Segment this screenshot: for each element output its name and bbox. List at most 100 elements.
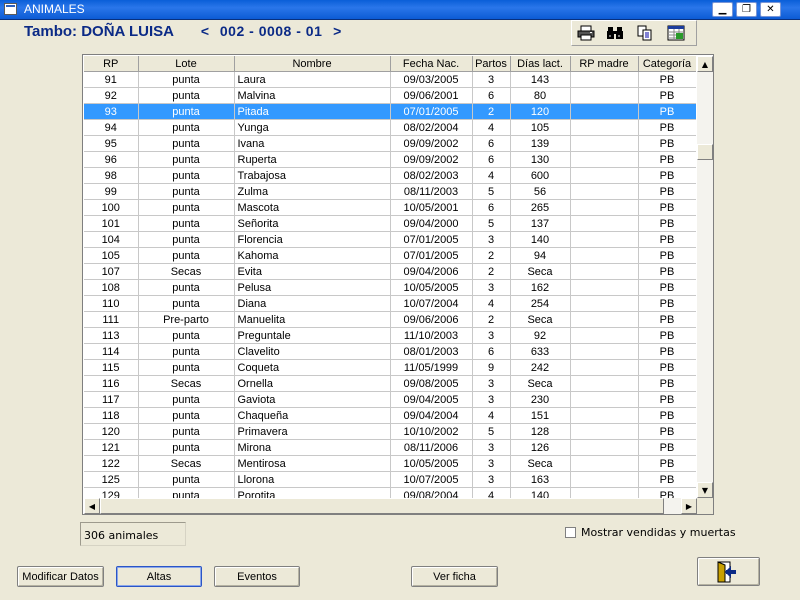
scroll-up-button[interactable]: ▲	[697, 56, 713, 72]
table-row[interactable]: 117 punta Gaviota 09/04/2005 3 230 PB	[84, 391, 696, 408]
table-cell: 10/10/2002	[390, 423, 473, 440]
table-row[interactable]: 91 punta Laura 09/03/2005 3 143 PB	[84, 71, 696, 88]
checkbox-label: Mostrar vendidas y muertas	[581, 526, 736, 539]
vertical-scroll-thumb[interactable]	[697, 144, 713, 160]
table-cell: Señorita	[234, 215, 391, 232]
table-row[interactable]: 92 punta Malvina 09/06/2001 6 80 PB	[84, 87, 696, 104]
table-row[interactable]: 108 punta Pelusa 10/05/2005 3 162 PB	[84, 279, 696, 296]
table-cell: 95	[84, 135, 139, 152]
column-header[interactable]: RP	[84, 56, 139, 72]
scroll-down-button[interactable]: ▼	[697, 482, 713, 498]
table-cell: punta	[138, 391, 235, 408]
table-row[interactable]: 118 punta Chaqueña 09/04/2004 4 151 PB	[84, 407, 696, 424]
table-cell: punta	[138, 151, 235, 168]
table-row[interactable]: 95 punta Ivana 09/09/2002 6 139 PB	[84, 135, 696, 152]
table-row[interactable]: 93 punta Pitada 07/01/2005 2 120 PB	[84, 103, 696, 120]
table-row[interactable]: 116 Secas Ornella 09/08/2005 3 Seca PB	[84, 375, 696, 392]
table-cell	[570, 487, 639, 498]
next-arrow-button[interactable]: >	[330, 23, 344, 39]
minimize-button[interactable]: ▁	[712, 2, 733, 17]
table-row[interactable]: 122 Secas Mentirosa 10/05/2005 3 Seca PB	[84, 455, 696, 472]
horizontal-scroll-thumb[interactable]	[100, 498, 664, 514]
table-cell: 11/10/2003	[390, 327, 473, 344]
printer-icon	[577, 25, 595, 41]
checkbox-box[interactable]	[565, 527, 576, 538]
table-row[interactable]: 120 punta Primavera 10/10/2002 5 128 PB	[84, 423, 696, 440]
table-row[interactable]: 129 punta Porotita 09/08/2004 4 140 PB	[84, 487, 696, 498]
table-cell: 4	[472, 295, 511, 312]
exit-button[interactable]	[697, 557, 760, 586]
table-row[interactable]: 125 punta Llorona 10/07/2005 3 163 PB	[84, 471, 696, 488]
table-row[interactable]: 101 punta Señorita 09/04/2000 5 137 PB	[84, 215, 696, 232]
restore-button[interactable]: ❐	[736, 2, 757, 17]
table-cell	[570, 295, 639, 312]
table-cell	[570, 263, 639, 280]
scroll-right-button[interactable]: ▶	[681, 498, 697, 514]
table-cell: PB	[638, 167, 696, 184]
table-row[interactable]: 105 punta Kahoma 07/01/2005 2 94 PB	[84, 247, 696, 264]
table-row[interactable]: 111 Pre-parto Manuelita 09/06/2006 2 Seca PB	[84, 311, 696, 328]
table-cell: 3	[472, 439, 511, 456]
table-cell: PB	[638, 183, 696, 200]
table-cell	[570, 183, 639, 200]
table-row[interactable]: 104 punta Florencia 07/01/2005 3 140 PB	[84, 231, 696, 248]
table-cell: 3	[472, 231, 511, 248]
table-cell	[570, 215, 639, 232]
close-button[interactable]: ✕	[760, 2, 781, 17]
table-cell	[570, 167, 639, 184]
table-cell: Trabajosa	[234, 167, 391, 184]
table-row[interactable]: 100 punta Mascota 10/05/2001 6 265 PB	[84, 199, 696, 216]
table-row[interactable]: 107 Secas Evita 09/04/2006 2 Seca PB	[84, 263, 696, 280]
modificar-datos-button[interactable]: Modificar Datos	[17, 566, 104, 587]
export-table-button[interactable]	[665, 24, 687, 42]
table-row[interactable]: 110 punta Diana 10/07/2004 4 254 PB	[84, 295, 696, 312]
column-header[interactable]: Nombre	[234, 56, 391, 72]
table-cell: Primavera	[234, 423, 391, 440]
scroll-left-button[interactable]: ◀	[84, 498, 100, 514]
table-cell: 10/05/2005	[390, 455, 473, 472]
table-cell: 254	[510, 295, 571, 312]
table-cell: PB	[638, 87, 696, 104]
table-cell: Mascota	[234, 199, 391, 216]
table-cell: 9	[472, 359, 511, 376]
table-row[interactable]: 114 punta Clavelito 08/01/2003 6 633 PB	[84, 343, 696, 360]
table-row[interactable]: 113 punta Preguntale 11/10/2003 3 92 PB	[84, 327, 696, 344]
column-header[interactable]: RP madre	[570, 56, 639, 72]
table-cell: PB	[638, 391, 696, 408]
copy-icon	[637, 25, 652, 41]
animals-grid[interactable]: RP Lote Nombre Fecha Nac. Partos Días lact. RP…	[82, 54, 714, 515]
horizontal-scrollbar[interactable]: ◀ ▶	[84, 498, 697, 514]
table-row[interactable]: 94 punta Yunga 08/02/2004 4 105 PB	[84, 119, 696, 136]
table-row[interactable]: 115 punta Coqueta 11/05/1999 9 242 PB	[84, 359, 696, 376]
table-row[interactable]: 96 punta Ruperta 09/09/2002 6 130 PB	[84, 151, 696, 168]
table-row[interactable]: 121 punta Mirona 08/11/2006 3 126 PB	[84, 439, 696, 456]
print-button[interactable]	[575, 24, 597, 42]
table-cell: 4	[472, 119, 511, 136]
column-header[interactable]: Categoría	[638, 56, 696, 72]
copy-button[interactable]	[634, 24, 656, 42]
column-header[interactable]: Fecha Nac.	[390, 56, 473, 72]
table-row[interactable]: 99 punta Zulma 08/11/2003 5 56 PB	[84, 183, 696, 200]
ver-ficha-button[interactable]: Ver ficha	[411, 566, 498, 587]
table-cell: PB	[638, 199, 696, 216]
close-icon: ✕	[766, 3, 775, 15]
column-header[interactable]: Días lact.	[510, 56, 571, 72]
altas-button[interactable]: Altas	[116, 566, 202, 587]
table-cell: 122	[84, 455, 139, 472]
show-sold-dead-checkbox[interactable]: Mostrar vendidas y muertas	[565, 526, 736, 539]
previous-arrow-button[interactable]: <	[198, 23, 212, 39]
eventos-button[interactable]: Eventos	[214, 566, 300, 587]
search-button[interactable]	[604, 24, 626, 42]
column-header[interactable]: Partos	[472, 56, 511, 72]
up-arrow-icon: ▲	[701, 59, 709, 69]
table-cell: 2	[472, 311, 511, 328]
column-header[interactable]: Lote	[138, 56, 235, 72]
vertical-scrollbar[interactable]: ▲ ▼	[697, 56, 713, 498]
table-cell: PB	[638, 279, 696, 296]
table-cell: Coqueta	[234, 359, 391, 376]
table-row[interactable]: 98 punta Trabajosa 08/02/2003 4 600 PB	[84, 167, 696, 184]
table-cell: Yunga	[234, 119, 391, 136]
table-cell: PB	[638, 311, 696, 328]
table-cell: Ornella	[234, 375, 391, 392]
table-cell	[570, 359, 639, 376]
